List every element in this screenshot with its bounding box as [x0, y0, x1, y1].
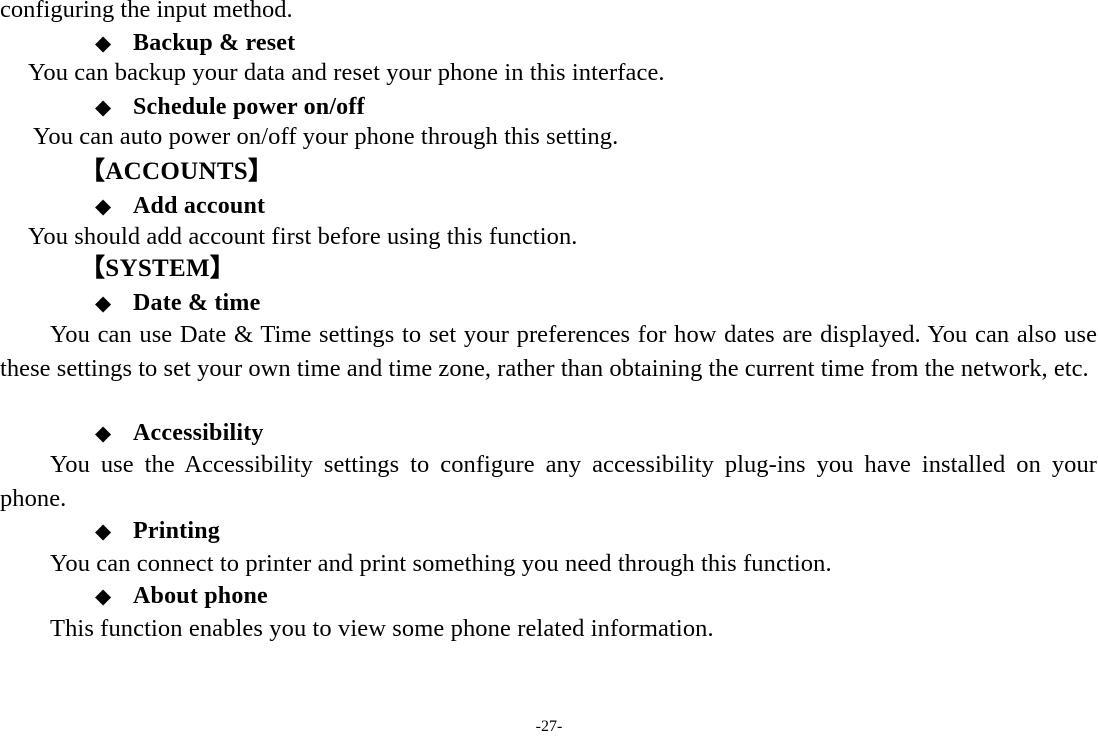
bullet-heading-label: Accessibility [133, 420, 264, 446]
diamond-bullet-icon: ◆ [95, 31, 112, 55]
body-text-about-phone: This function enables you to view some p… [50, 615, 714, 642]
diamond-bullet-icon: ◆ [95, 421, 112, 445]
bullet-heading-label: About phone [133, 583, 268, 609]
continuation-text: configuring the input method. [0, 0, 293, 23]
diamond-bullet-icon: ◆ [95, 95, 112, 119]
bullet-heading-label: Schedule power on/off [133, 94, 365, 120]
bullet-heading-add-account: ◆ Add account [95, 191, 265, 221]
diamond-bullet-icon: ◆ [95, 584, 112, 608]
bullet-heading-label: Date & time [133, 290, 261, 316]
page-number-footer: -27- [535, 718, 563, 735]
diamond-bullet-icon: ◆ [95, 291, 112, 315]
bullet-heading-label: Backup & reset [133, 30, 296, 56]
body-text-schedule-power: You can auto power on/off your phone thr… [33, 123, 619, 150]
bullet-heading-backup-reset: ◆ Backup & reset [95, 28, 295, 58]
diamond-bullet-icon: ◆ [95, 519, 112, 543]
bullet-heading-accessibility: ◆ Accessibility [95, 418, 264, 448]
body-text-date-time: You can use Date & Time settings to set … [0, 321, 1097, 382]
bullet-heading-schedule-power: ◆ Schedule power on/off [95, 92, 365, 122]
bullet-heading-label: Add account [133, 193, 266, 219]
body-text-backup-reset: You can backup your data and reset your … [28, 59, 665, 86]
bullet-heading-date-time: ◆ Date & time [95, 288, 260, 318]
bullet-heading-about-phone: ◆ About phone [95, 581, 268, 611]
bullet-heading-label: Printing [133, 518, 220, 544]
manual-page: configuring the input method. ◆ Backup &… [0, 0, 1098, 735]
body-text-printing: You can connect to printer and print som… [50, 550, 832, 577]
body-text-accessibility: You use the Accessibility settings to co… [0, 451, 1097, 512]
body-text-add-account: You should add account first before usin… [28, 223, 578, 250]
section-heading-system: 【SYSTEM】 [80, 255, 236, 282]
bullet-heading-printing: ◆ Printing [95, 516, 220, 546]
diamond-bullet-icon: ◆ [95, 194, 112, 218]
section-heading-accounts: 【ACCOUNTS】 [80, 158, 274, 185]
